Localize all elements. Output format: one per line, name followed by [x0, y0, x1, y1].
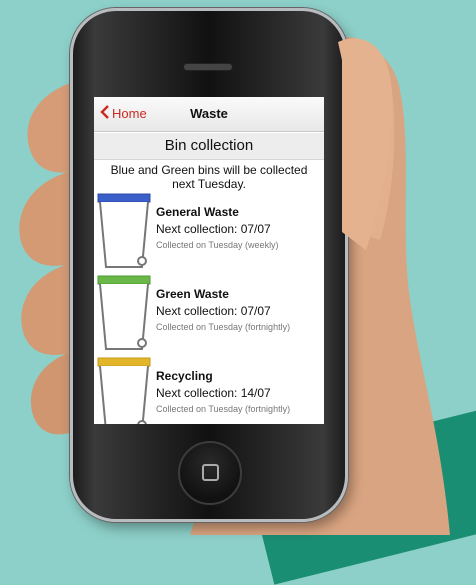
next-collection: Next collection: 07/07 — [156, 304, 271, 318]
next-collection: Next collection: 14/07 — [156, 386, 271, 400]
collection-frequency: Collected on Tuesday (fortnightly) — [156, 322, 291, 332]
page-title: Waste — [190, 106, 228, 121]
wheelie-bin-icon — [97, 193, 151, 268]
speaker-grille — [183, 63, 233, 71]
wheelie-bin-icon — [97, 275, 151, 350]
bin-name: General Waste — [156, 205, 239, 219]
home-button[interactable] — [178, 441, 242, 505]
bin-name: Green Waste — [156, 287, 229, 301]
wheelie-bin-icon — [97, 357, 151, 424]
bin-name: Recycling — [156, 369, 213, 383]
home-square-icon — [202, 464, 219, 481]
navigation-bar: Home Waste — [94, 97, 324, 132]
list-item-recycling[interactable]: Recycling Next collection: 14/07 Collect… — [94, 357, 324, 424]
collection-frequency: Collected on Tuesday (weekly) — [156, 240, 279, 250]
collection-note: Blue and Green bins will be collected ne… — [110, 163, 308, 191]
section-header: Bin collection — [94, 133, 324, 160]
list-item-green-waste[interactable]: Green Waste Next collection: 07/07 Colle… — [94, 275, 324, 357]
phone-device: Home Waste Bin collection Blue and Green… — [70, 8, 348, 522]
app-screen: Home Waste Bin collection Blue and Green… — [94, 97, 324, 424]
collection-frequency: Collected on Tuesday (fortnightly) — [156, 404, 291, 414]
list-item-general-waste[interactable]: General Waste Next collection: 07/07 Col… — [94, 193, 324, 275]
next-collection: Next collection: 07/07 — [156, 222, 271, 236]
